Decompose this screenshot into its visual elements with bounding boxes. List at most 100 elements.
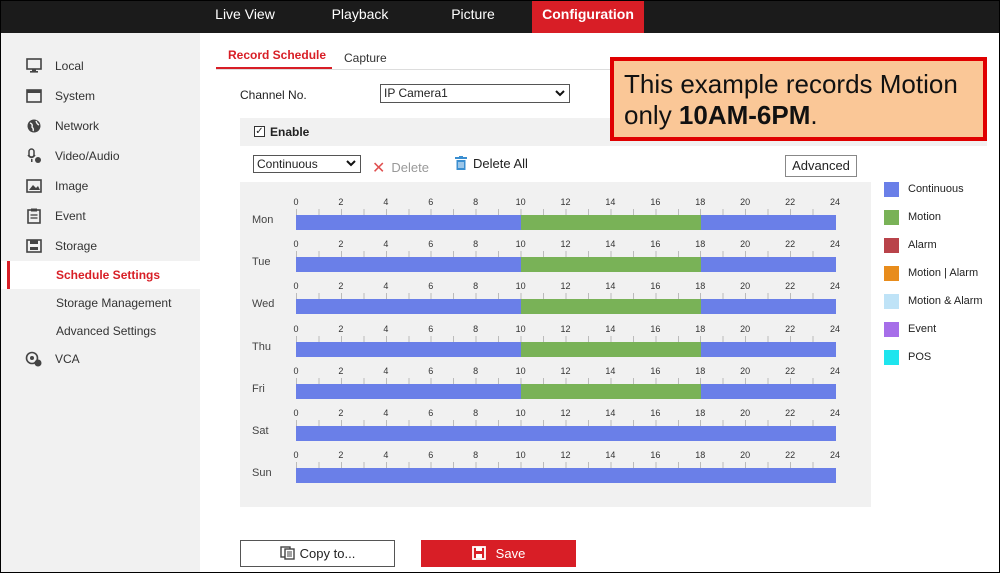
tick-label: 14 [605,281,616,292]
tick-label: 0 [293,323,299,334]
tick-label: 24 [829,408,840,418]
tick-label: 24 [829,239,840,250]
save-icon [471,542,486,569]
tick-label: 8 [473,197,479,207]
tab-record-schedule[interactable]: Record Schedule [228,48,326,62]
schedule-bar-tue[interactable] [296,257,836,273]
sidebar-item-local[interactable]: Local [1,52,200,80]
motion-segment[interactable] [521,257,701,273]
schedule-bar-thu[interactable] [296,341,836,357]
annotation-callout: This example records Motion only 10AM-6P… [610,57,987,141]
tick-label: 16 [650,281,661,292]
nav-tab-configuration[interactable]: Configuration [532,0,644,33]
sidebar-item-network[interactable]: Network [1,112,200,140]
day-label: Thu [252,340,271,353]
tick-label: 16 [650,239,661,250]
nav-tab-picture[interactable]: Picture [428,0,518,33]
tick-label: 16 [650,450,661,461]
tick-label: 12 [560,365,571,376]
legend-label: Alarm [908,239,937,251]
legend-label: Motion | Alarm [908,267,979,279]
sidebar-item-label: Event [55,209,86,223]
tick-label: 24 [829,323,840,334]
delete-button[interactable]: ✕ Delete [372,157,429,177]
trash-icon [455,156,467,170]
vca-icon [25,351,43,367]
tick-label: 18 [695,197,706,207]
tick-label: 10 [515,323,526,334]
tick-label: 0 [293,365,299,376]
save-button[interactable]: Save [421,540,576,567]
tick-label: 20 [740,450,751,461]
sidebar-item-label: Storage [55,239,98,253]
sidebar-item-image[interactable]: Image [1,172,200,200]
tick-label: 0 [293,408,299,418]
schedule-bar-wed[interactable] [296,299,836,315]
tick-label: 22 [785,197,796,207]
tick-label: 14 [605,408,616,418]
tick-label: 18 [695,281,706,292]
sidebar-item-storage[interactable]: Storage [1,232,200,260]
motion-segment[interactable] [521,215,701,230]
schedule-bar-sun[interactable] [296,468,836,484]
day-label: Sat [252,425,269,437]
tick-label: 6 [428,365,434,376]
legend-swatch [884,294,899,309]
channel-label: Channel No. [240,88,307,102]
tick-label: 10 [515,239,526,250]
copy-to-label: Copy to... [299,546,356,561]
active-tab-underline [216,67,332,69]
nav-tab-playback[interactable]: Playback [315,0,405,33]
sidebar-subitem-label: Advanced Settings [56,324,157,338]
sidebar-item-video-audio[interactable]: Video/Audio [1,142,200,170]
sidebar-item-label: Video/Audio [55,149,120,163]
legend-label: Motion & Alarm [908,295,983,307]
sidebar-subitem-schedule-settings[interactable]: Schedule Settings [1,261,200,289]
day-label: Fri [252,382,265,395]
legend-swatch [884,210,899,225]
sidebar-item-event[interactable]: Event [1,202,200,230]
tick-label: 14 [605,323,616,334]
sidebar-subitem-advanced-settings[interactable]: Advanced Settings [1,317,200,345]
sidebar-item-vca[interactable]: VCA [1,345,200,373]
tick-label: 20 [740,239,751,250]
tick-label: 12 [560,239,571,250]
tick-label: 22 [785,239,796,250]
tick-label: 14 [605,450,616,461]
sidebar-subitem-storage-management[interactable]: Storage Management [1,289,200,317]
tick-label: 8 [473,239,479,250]
tick-label: 24 [829,365,840,376]
tick-label: 8 [473,408,479,418]
tick-label: 8 [473,323,479,334]
enable-checkbox[interactable]: ✓ [254,126,265,137]
tick-label: 16 [650,323,661,334]
channel-select[interactable]: IP Camera1 [380,84,570,103]
window-icon [25,88,43,104]
advanced-button[interactable]: Advanced [785,155,857,177]
motion-segment[interactable] [521,341,701,357]
schedule-bar-sat[interactable] [296,426,836,441]
tick-label: 8 [473,450,479,461]
record-type-select[interactable]: Continuous [253,155,361,173]
motion-segment[interactable] [521,383,701,399]
day-label: Mon [252,214,274,226]
schedule-bar-fri[interactable] [296,383,836,399]
schedule-bar-mon[interactable] [296,215,836,230]
tick-label: 14 [605,197,616,207]
delete-all-button[interactable]: Delete All [455,156,528,171]
callout-line2-bold: 10AM-6PM [678,100,811,130]
tick-label: 4 [383,450,389,461]
tick-label: 18 [695,450,706,461]
motion-segment[interactable] [521,299,701,315]
tick-label: 6 [428,408,434,418]
callout-line2: only 10AM-6PM. [624,100,983,131]
tick-label: 24 [829,281,840,292]
tick-label: 10 [515,450,526,461]
sidebar-item-label: Network [55,119,100,133]
tab-capture[interactable]: Capture [344,51,387,65]
tick-label: 22 [785,408,796,418]
copy-to-button[interactable]: Copy to... [240,540,395,567]
nav-tab-live-view[interactable]: Live View [200,0,290,33]
sidebar-subitem-label: Storage Management [56,296,172,310]
sidebar-item-system[interactable]: System [1,82,200,110]
